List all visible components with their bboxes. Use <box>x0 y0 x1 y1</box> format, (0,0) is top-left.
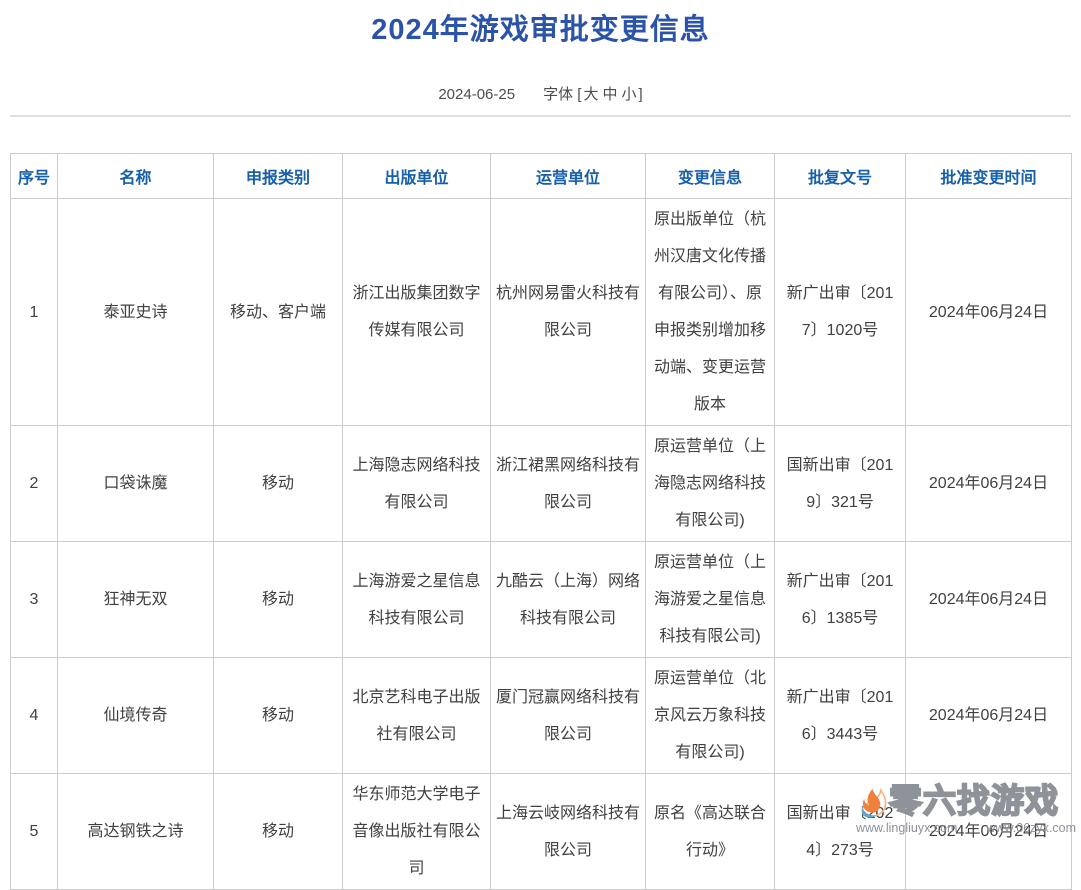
column-header-index: 序号 <box>11 154 58 199</box>
font-size-small-link[interactable]: 小 <box>621 86 636 103</box>
cell-approval-date: 2024年06月24日 <box>906 542 1072 658</box>
cell-operator: 浙江裙黑网络科技有限公司 <box>491 426 646 542</box>
cell-approval-number: 新广出审〔2016〕3443号 <box>775 658 906 774</box>
publish-date: 2024-06-25 <box>438 86 515 103</box>
table-row: 2 口袋诛魔 移动 上海隐志网络科技有限公司 浙江裙黑网络科技有限公司 原运营单… <box>11 426 1072 542</box>
cell-category: 移动 <box>214 774 343 890</box>
cell-game-name: 高达钢铁之诗 <box>58 774 214 890</box>
cell-change-info: 原运营单位（上海游爱之星信息科技有限公司) <box>646 542 775 658</box>
cell-game-name: 泰亚史诗 <box>58 199 214 426</box>
font-size-widget: 字体 [大中小] <box>543 86 643 103</box>
table-row: 1 泰亚史诗 移动、客户端 浙江出版集团数字传媒有限公司 杭州网易雷火科技有限公… <box>11 199 1072 426</box>
cell-approval-number: 新广出审〔2017〕1020号 <box>775 199 906 426</box>
cell-approval-number: 国新出审〔2019〕321号 <box>775 426 906 542</box>
table-row: 5 高达钢铁之诗 移动 华东师范大学电子音像出版社有限公司 上海云岐网络科技有限… <box>11 774 1072 890</box>
cell-index: 4 <box>11 658 58 774</box>
cell-category: 移动、客户端 <box>214 199 343 426</box>
meta-line: 2024-06-25 字体 [大中小] <box>0 83 1081 104</box>
column-header-approval-date: 批准变更时间 <box>906 154 1072 199</box>
cell-category: 移动 <box>214 542 343 658</box>
column-header-operator: 运营单位 <box>491 154 646 199</box>
cell-change-info: 原运营单位（北京风云万象科技有限公司) <box>646 658 775 774</box>
bracket-close: ] <box>638 86 642 103</box>
font-size-label: 字体 <box>543 86 573 103</box>
cell-approval-number: 新广出审〔2016〕1385号 <box>775 542 906 658</box>
cell-category: 移动 <box>214 658 343 774</box>
cell-operator: 九酷云（上海）网络科技有限公司 <box>491 542 646 658</box>
cell-game-name: 仙境传奇 <box>58 658 214 774</box>
cell-approval-date: 2024年06月24日 <box>906 199 1072 426</box>
cell-publisher: 上海隐志网络科技有限公司 <box>343 426 491 542</box>
cell-approval-date: 2024年06月24日 <box>906 426 1072 542</box>
cell-publisher: 上海游爱之星信息科技有限公司 <box>343 542 491 658</box>
cell-category: 移动 <box>214 426 343 542</box>
table-row: 4 仙境传奇 移动 北京艺科电子出版社有限公司 厦门冠赢网络科技有限公司 原运营… <box>11 658 1072 774</box>
approval-change-table: 序号 名称 申报类别 出版单位 运营单位 变更信息 批复文号 批准变更时间 1 … <box>10 153 1072 890</box>
cell-operator: 厦门冠赢网络科技有限公司 <box>491 658 646 774</box>
cell-change-info: 原名《高达联合行动》 <box>646 774 775 890</box>
cell-index: 1 <box>11 199 58 426</box>
cell-change-info: 原出版单位（杭州汉唐文化传播有限公司）、原申报类别增加移动端、变更运营版本 <box>646 199 775 426</box>
cell-change-info: 原运营单位（上海隐志网络科技有限公司) <box>646 426 775 542</box>
cell-approval-number: 国新出审〔2024〕273号 <box>775 774 906 890</box>
cell-approval-date: 2024年06月24日 <box>906 658 1072 774</box>
bracket-open: [ <box>577 86 581 103</box>
cell-approval-date: 2024年06月24日 <box>906 774 1072 890</box>
cell-index: 2 <box>11 426 58 542</box>
cell-index: 3 <box>11 542 58 658</box>
column-header-change-info: 变更信息 <box>646 154 775 199</box>
column-header-name: 名称 <box>58 154 214 199</box>
table-row: 3 狂神无双 移动 上海游爱之星信息科技有限公司 九酷云（上海）网络科技有限公司… <box>11 542 1072 658</box>
font-size-large-link[interactable]: 大 <box>583 86 598 103</box>
cell-operator: 上海云岐网络科技有限公司 <box>491 774 646 890</box>
cell-publisher: 华东师范大学电子音像出版社有限公司 <box>343 774 491 890</box>
divider <box>10 115 1071 117</box>
table-header-row: 序号 名称 申报类别 出版单位 运营单位 变更信息 批复文号 批准变更时间 <box>11 154 1072 199</box>
cell-operator: 杭州网易雷火科技有限公司 <box>491 199 646 426</box>
cell-game-name: 狂神无双 <box>58 542 214 658</box>
cell-publisher: 北京艺科电子出版社有限公司 <box>343 658 491 774</box>
cell-index: 5 <box>11 774 58 890</box>
page-title: 2024年游戏审批变更信息 <box>0 6 1081 48</box>
cell-game-name: 口袋诛魔 <box>58 426 214 542</box>
cell-publisher: 浙江出版集团数字传媒有限公司 <box>343 199 491 426</box>
font-size-medium-link[interactable]: 中 <box>602 86 617 103</box>
column-header-publisher: 出版单位 <box>343 154 491 199</box>
column-header-category: 申报类别 <box>214 154 343 199</box>
column-header-approval-number: 批复文号 <box>775 154 906 199</box>
